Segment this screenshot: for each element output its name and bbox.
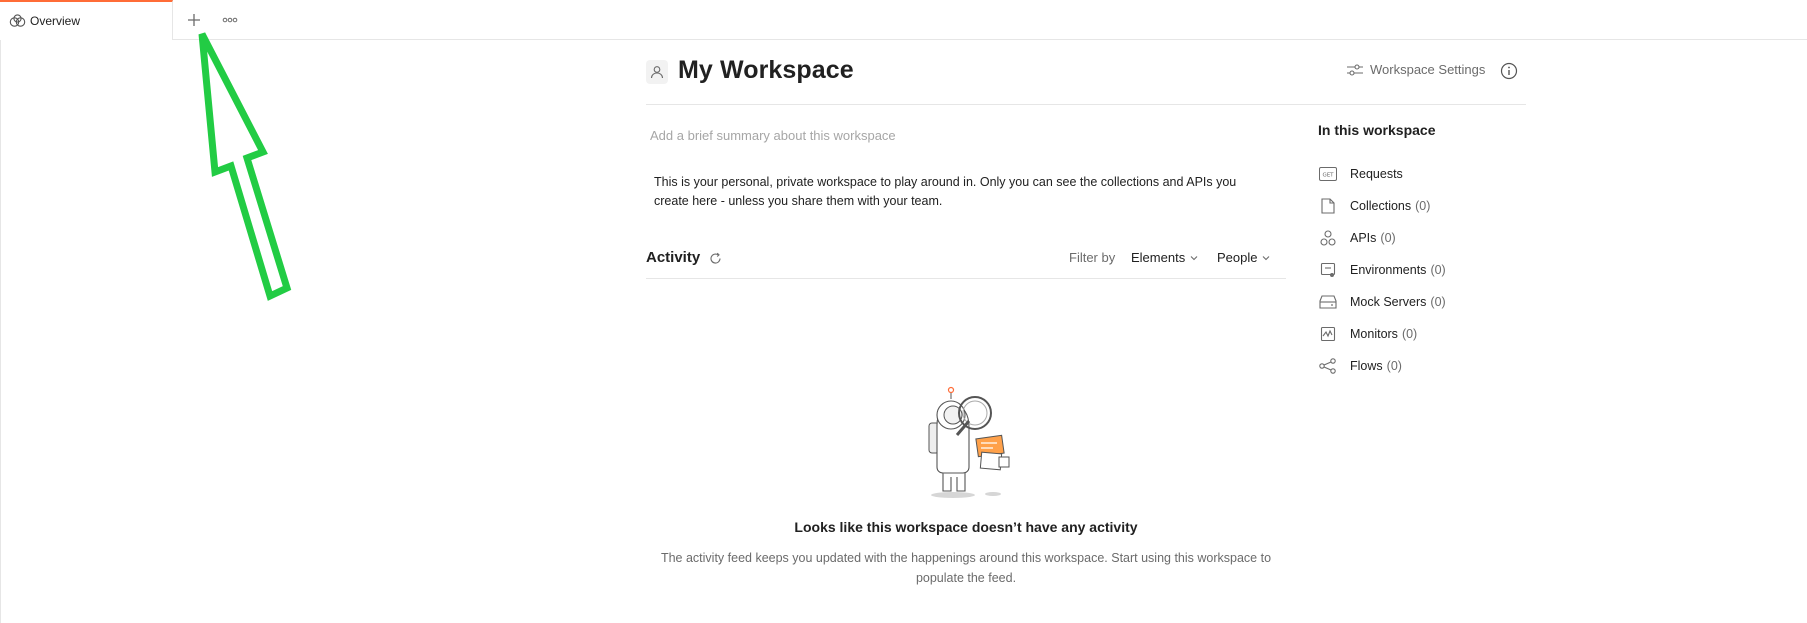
sidebar-item-monitors[interactable]: Monitors (0) (1318, 318, 1446, 350)
workspace-summary-input[interactable]: Add a brief summary about this workspace (650, 128, 896, 143)
people-filter-dropdown[interactable]: People (1217, 250, 1271, 265)
workspace-overview-icon (9, 14, 26, 28)
sidebar-item-count: (0) (1430, 263, 1446, 277)
tab-overview[interactable]: Overview (0, 0, 173, 40)
sidebar-item-count: (0) (1386, 359, 1402, 373)
workspace-elements-list: GET Requests Collections (0) APIs (0) En… (1318, 158, 1446, 382)
sidebar-item-environments[interactable]: Environments (0) (1318, 254, 1446, 286)
workspace-avatar (646, 60, 668, 84)
elements-filter-dropdown[interactable]: Elements (1131, 250, 1199, 265)
monitor-icon (1318, 325, 1338, 343)
sliders-icon (1346, 63, 1364, 77)
sidebar-item-count: (0) (1415, 199, 1431, 213)
sidebar-item-apis[interactable]: APIs (0) (1318, 222, 1446, 254)
collection-icon (1318, 197, 1338, 215)
sidebar-item-mock-servers[interactable]: Mock Servers (0) (1318, 286, 1446, 318)
elements-filter-label: Elements (1131, 250, 1186, 265)
info-button[interactable] (1500, 62, 1518, 80)
tab-options-button[interactable] (219, 9, 241, 31)
sidebar-item-count: (0) (1380, 231, 1396, 245)
empty-state-title: Looks like this workspace doesn’t have a… (794, 519, 1138, 535)
empty-state-text: The activity feed keeps you updated with… (660, 551, 1272, 585)
in-this-workspace-heading: In this workspace (1318, 122, 1436, 138)
tab-label: Overview (30, 14, 81, 28)
filter-by-label: Filter by (1069, 250, 1116, 265)
mock-server-icon (1318, 293, 1338, 311)
api-icon (1318, 229, 1338, 247)
astronaut-magnifier-illustration (928, 386, 1010, 498)
people-filter-label: People (1217, 250, 1258, 265)
user-icon (650, 66, 664, 79)
sidebar-item-label: Requests (1350, 167, 1403, 181)
chevron-down-icon (1189, 253, 1199, 263)
plus-icon (188, 14, 200, 26)
sidebar-item-label: Collections (1350, 199, 1412, 213)
activity-divider (646, 278, 1286, 279)
svg-text:GET: GET (1322, 173, 1334, 179)
sidebar-item-label: Flows (1350, 359, 1383, 373)
sidebar-item-count: (0) (1401, 327, 1418, 341)
annotation-arrow (198, 32, 292, 301)
sidebar-item-requests[interactable]: GET Requests (1318, 158, 1446, 190)
sidebar-item-flows[interactable]: Flows (0) (1318, 350, 1446, 382)
environment-icon (1318, 261, 1338, 279)
sidebar-item-label: APIs (1350, 231, 1377, 245)
more-horizontal-icon (222, 17, 238, 23)
new-tab-button[interactable] (183, 9, 205, 31)
header-divider (646, 104, 1526, 105)
left-divider (0, 40, 1, 623)
chevron-down-icon (1261, 253, 1271, 263)
get-request-icon: GET (1318, 165, 1338, 183)
sidebar-item-collections[interactable]: Collections (0) (1318, 190, 1446, 222)
refresh-button[interactable] (707, 250, 723, 266)
sidebar-item-label: Monitors (1350, 327, 1398, 341)
sidebar-item-label: Mock Servers (1350, 295, 1427, 309)
sidebar-item-label: Environments (1350, 263, 1427, 277)
flows-icon (1318, 357, 1338, 375)
workspace-description: This is your personal, private workspace… (654, 175, 1237, 208)
activity-heading: Activity (646, 249, 701, 266)
info-icon (1500, 62, 1518, 80)
sidebar-item-count: (0) (1430, 295, 1446, 309)
workspace-settings-label: Workspace Settings (1370, 62, 1486, 77)
refresh-icon (709, 252, 721, 264)
workspace-settings-button[interactable]: Workspace Settings (1346, 62, 1485, 77)
page-title: My Workspace (678, 56, 854, 84)
